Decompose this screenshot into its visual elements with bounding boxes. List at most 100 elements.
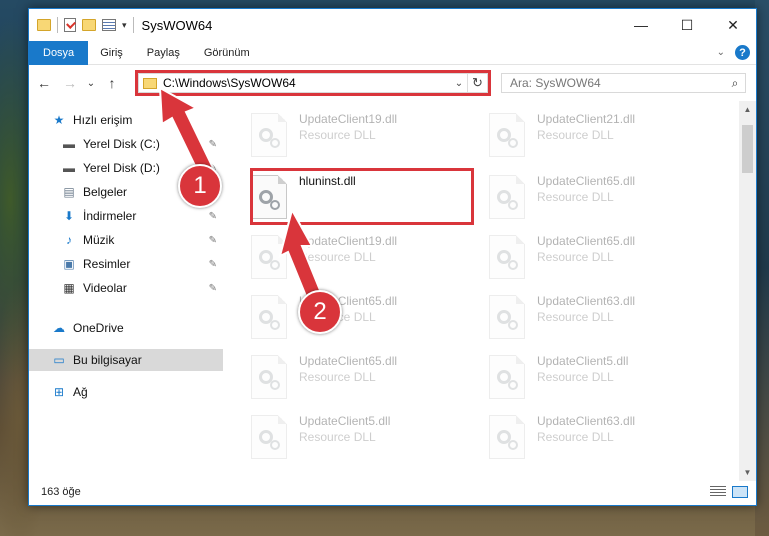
help-icon[interactable]: ? bbox=[735, 45, 750, 60]
music-icon: ♪ bbox=[66, 233, 72, 247]
file-list: UpdateClient19.dll Resource DLL hluninst.… bbox=[227, 101, 738, 481]
sidebar-item-label: OneDrive bbox=[73, 321, 124, 335]
file-name: UpdateClient65.dll bbox=[299, 354, 398, 368]
dll-file-icon bbox=[489, 113, 525, 157]
dll-file-icon bbox=[251, 295, 287, 339]
tiles-view-icon[interactable] bbox=[732, 486, 748, 498]
file-name: UpdateClient5.dll bbox=[299, 414, 391, 428]
desktop-background-right bbox=[755, 0, 769, 536]
navigation-bar: ← → ⌄ ↑ C:\Windows\SysWOW64 ⌄ ↻ Ara: Sys… bbox=[29, 65, 756, 101]
drive-icon: ▬ bbox=[63, 161, 75, 175]
file-name: UpdateClient19.dll bbox=[299, 234, 398, 248]
details-view-icon[interactable] bbox=[710, 486, 726, 498]
maximize-button[interactable]: ☐ bbox=[664, 9, 710, 41]
pin-icon[interactable]: ✎ bbox=[209, 283, 217, 294]
scrollbar-thumb[interactable] bbox=[742, 125, 753, 173]
sidebar-item-downloads[interactable]: ⬇ İndirmeler ✎ bbox=[29, 205, 223, 227]
file-item[interactable]: UpdateClient65.dll Resource DLL bbox=[465, 171, 693, 227]
file-item[interactable]: UpdateClient19.dll Resource DLL bbox=[227, 109, 455, 165]
file-item[interactable]: UpdateClient65.dllResource DLL bbox=[465, 231, 693, 287]
file-type: Resource DLL bbox=[537, 310, 614, 324]
pin-icon[interactable]: ✎ bbox=[209, 139, 217, 150]
file-item[interactable]: UpdateClient5.dll Resource DLL bbox=[227, 411, 455, 467]
pane-divider[interactable] bbox=[225, 101, 226, 481]
sidebar-item-label: Yerel Disk (C:) bbox=[83, 137, 160, 151]
view-toggle bbox=[710, 486, 748, 498]
dll-file-icon bbox=[489, 235, 525, 279]
search-icon[interactable]: ⌕ bbox=[725, 76, 745, 91]
step-2-badge: 2 bbox=[298, 290, 342, 334]
file-name: UpdateClient63.dll bbox=[537, 294, 636, 308]
sidebar-item-music[interactable]: ♪ Müzik ✎ bbox=[29, 229, 223, 251]
file-type: Resource DLL bbox=[537, 128, 614, 142]
file-type: Resource DLL bbox=[537, 430, 614, 444]
expand-ribbon-icon[interactable]: ⌄ bbox=[717, 47, 725, 58]
sidebar-item-disk-c[interactable]: ▬ Yerel Disk (C:) ✎ bbox=[29, 133, 223, 155]
pin-icon[interactable]: ✎ bbox=[209, 259, 217, 270]
file-name: UpdateClient63.dll bbox=[537, 414, 636, 428]
sidebar-item-onedrive[interactable]: ☁ OneDrive bbox=[29, 317, 223, 339]
dll-file-icon bbox=[489, 355, 525, 399]
file-type: Resource DLL bbox=[537, 370, 614, 384]
network-icon: ⊞ bbox=[53, 385, 65, 399]
sidebar-item-label: Bu bilgisayar bbox=[73, 353, 142, 367]
properties-icon[interactable] bbox=[102, 19, 116, 31]
pin-icon[interactable]: ✎ bbox=[209, 235, 217, 246]
dll-file-icon bbox=[489, 295, 525, 339]
item-count: 163 öğe bbox=[41, 486, 81, 498]
window-controls: — ☐ ✕ bbox=[618, 9, 756, 41]
dll-file-icon bbox=[489, 175, 525, 219]
up-button[interactable]: ↑ bbox=[101, 72, 123, 94]
close-button[interactable]: ✕ bbox=[710, 9, 756, 41]
star-icon: ★ bbox=[53, 113, 65, 127]
minimize-button[interactable]: — bbox=[618, 9, 664, 41]
file-type: Resource DLL bbox=[299, 370, 376, 384]
pictures-icon: ▣ bbox=[63, 257, 75, 271]
properties-check-icon[interactable] bbox=[64, 18, 76, 32]
pin-icon[interactable]: ✎ bbox=[209, 211, 217, 222]
file-type: Resource DLL bbox=[537, 250, 614, 264]
scroll-up-icon[interactable]: ▲ bbox=[739, 101, 756, 118]
new-folder-icon[interactable] bbox=[82, 19, 96, 31]
videos-icon: ▦ bbox=[63, 281, 75, 295]
file-item[interactable]: UpdateClient65.dllResource DLL bbox=[227, 291, 455, 347]
recent-locations-button[interactable]: ⌄ bbox=[85, 72, 97, 94]
sidebar-item-pictures[interactable]: ▣ Resimler ✎ bbox=[29, 253, 223, 275]
dll-file-icon bbox=[251, 415, 287, 459]
dll-file-icon bbox=[251, 355, 287, 399]
sidebar-item-label: Resimler bbox=[83, 257, 131, 271]
sidebar-item-network[interactable]: ⊞ Ağ bbox=[29, 381, 223, 403]
quick-access-toolbar: ▾ bbox=[37, 17, 134, 33]
file-item[interactable]: UpdateClient65.dll Resource DLL bbox=[227, 351, 455, 407]
title-bar: ▾ SysWOW64 — ☐ ✕ bbox=[29, 9, 756, 41]
file-item[interactable]: UpdateClient19.dll Resource DLL bbox=[227, 231, 455, 287]
divider bbox=[132, 17, 134, 33]
file-name: UpdateClient21.dll bbox=[537, 112, 636, 126]
file-type: Resource DLL bbox=[299, 430, 376, 444]
file-item[interactable]: UpdateClient21.dll Resource DLL bbox=[465, 109, 693, 165]
file-type: Resource DLL bbox=[299, 128, 376, 142]
file-name: UpdateClient65.dll bbox=[537, 174, 636, 188]
forward-button[interactable]: → bbox=[59, 72, 81, 94]
explorer-window: ▾ SysWOW64 — ☐ ✕ Dosya Giriş Paylaş Görü… bbox=[28, 8, 757, 506]
sidebar-item-videos[interactable]: ▦ Videolar ✎ bbox=[29, 277, 223, 299]
tab-view[interactable]: Görünüm bbox=[192, 41, 262, 65]
search-box[interactable]: Ara: SysWOW64 ⌕ bbox=[501, 73, 746, 93]
downloads-icon: ⬇ bbox=[63, 209, 75, 223]
search-input[interactable]: Ara: SysWOW64 bbox=[510, 76, 725, 90]
vertical-scrollbar[interactable]: ▲ ▼ bbox=[739, 101, 756, 481]
file-item[interactable]: UpdateClient5.dll Resource DLL bbox=[465, 351, 693, 407]
tab-home[interactable]: Giriş bbox=[88, 41, 135, 65]
back-button[interactable]: ← bbox=[33, 72, 55, 94]
file-name: UpdateClient19.dll bbox=[299, 112, 398, 126]
divider bbox=[57, 17, 58, 33]
sidebar-item-quick-access[interactable]: ★ Hızlı erişim bbox=[29, 109, 223, 131]
file-type: Resource DLL bbox=[299, 250, 376, 264]
sidebar-item-this-pc[interactable]: ▭ Bu bilgisayar bbox=[29, 349, 223, 371]
file-type: Resource DLL bbox=[537, 190, 614, 204]
file-item[interactable]: UpdateClient63.dll Resource DLL bbox=[465, 291, 693, 347]
tab-share[interactable]: Paylaş bbox=[135, 41, 192, 65]
tab-file[interactable]: Dosya bbox=[29, 40, 89, 65]
file-item[interactable]: UpdateClient63.dll Resource DLL bbox=[465, 411, 693, 467]
customize-toolbar-icon[interactable]: ▾ bbox=[122, 20, 127, 31]
